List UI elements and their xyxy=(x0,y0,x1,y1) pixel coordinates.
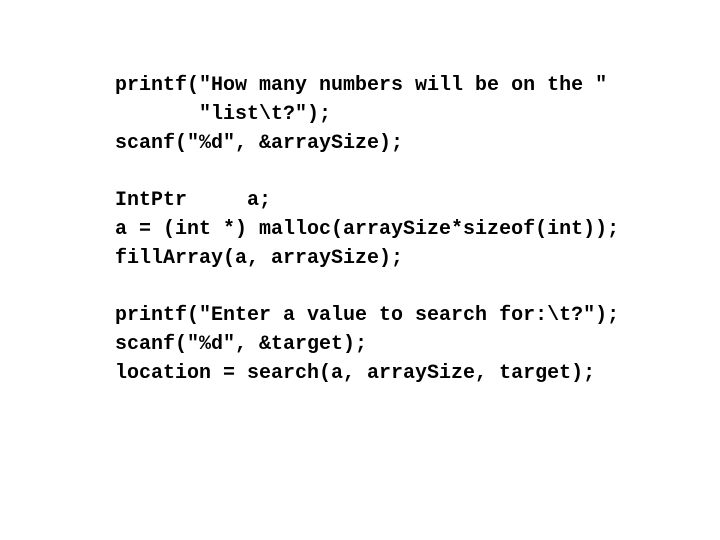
code-line-printf-continuation: "list\t?"); xyxy=(115,102,332,126)
code-line-fillarray: fillArray(a, arraySize); xyxy=(115,246,404,270)
code-line-scanf-target: scanf("%d", &target); xyxy=(115,333,368,357)
code-line-printf-search-prompt: printf("Enter a value to search for:\t?"… xyxy=(115,304,620,328)
code-line-search-call: location = search(a, arraySize, target); xyxy=(115,361,596,385)
code-snippet: printf("How many numbers will be on the … xyxy=(115,72,619,389)
code-line-malloc: a = (int *) malloc(arraySize*sizeof(int)… xyxy=(115,217,620,241)
code-line-printf-prompt: printf("How many numbers will be on the … xyxy=(115,74,608,97)
code-line-intptr-declaration: IntPtr a; xyxy=(115,189,272,213)
code-line-scanf-arraysize: scanf("%d", &arraySize); xyxy=(115,131,404,155)
